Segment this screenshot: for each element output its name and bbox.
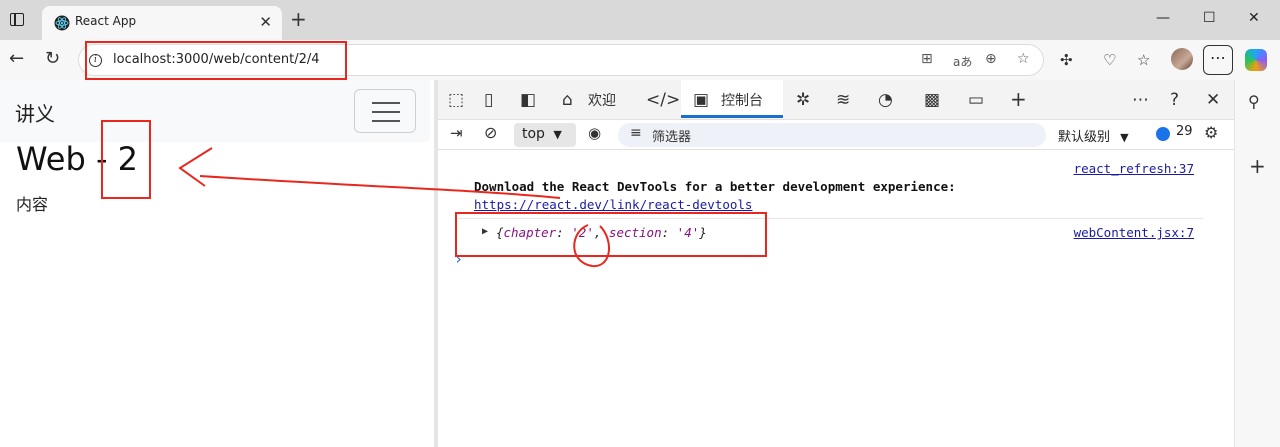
tab-actions-icon[interactable] — [10, 13, 24, 26]
issues-icon[interactable] — [1156, 127, 1170, 141]
page-content: 内容 — [16, 195, 49, 214]
new-tab-icon[interactable]: + — [290, 9, 307, 29]
close-devtools-icon[interactable]: ✕ — [1206, 90, 1220, 110]
tab-console[interactable]: ▣ 控制台 — [681, 80, 783, 118]
favorites-icon[interactable]: ☆ — [1137, 51, 1150, 69]
context-value: top — [522, 126, 545, 142]
filter-placeholder: 筛选器 — [652, 130, 692, 145]
tab-console-label: 控制台 — [721, 93, 763, 109]
elements-icon[interactable]: </> — [646, 90, 680, 110]
log-source[interactable]: webContent.jsx:7 — [1074, 225, 1194, 240]
hamburger-icon — [372, 120, 400, 122]
clear-console-icon[interactable]: ⊘ — [484, 123, 497, 142]
inspect-icon[interactable]: ⬚ — [448, 90, 464, 110]
minimize-button[interactable]: — — [1156, 10, 1170, 26]
devtools-link[interactable]: https://react.dev/link/react-devtools — [474, 197, 752, 212]
hamburger-icon — [372, 102, 400, 104]
close-tab-icon[interactable]: ✕ — [259, 13, 272, 31]
extensions-icon[interactable]: ✣ — [1060, 51, 1073, 69]
zoom-icon[interactable]: ⊕ — [985, 51, 997, 67]
back-icon[interactable]: ← — [9, 49, 24, 69]
application-icon[interactable]: ▭ — [968, 90, 984, 110]
device-emulation-icon[interactable]: ▯ — [484, 90, 493, 110]
chevron-down-icon: ▼ — [553, 128, 562, 141]
menu-toggle-button[interactable] — [354, 89, 416, 133]
close-window-button[interactable]: ✕ — [1248, 10, 1260, 26]
navbar-brand[interactable]: 讲义 — [15, 98, 55, 127]
log-level-select[interactable]: 默认级别 ▼ — [1058, 126, 1129, 145]
browser-tab[interactable]: React App ✕ — [42, 6, 282, 40]
copilot-icon[interactable] — [1245, 49, 1267, 71]
annotation-box-url — [85, 41, 347, 80]
settings-gear-icon[interactable]: ⚙ — [1204, 123, 1218, 142]
chevron-down-icon: ▼ — [1120, 131, 1129, 144]
title-bar: React App ✕ + — ☐ ✕ — [0, 0, 1280, 40]
devtools-panel: ⬚ ▯ ◧ ⌂ 欢迎 </> ▣ 控制台 ✲ ≋ ◔ ▩ ▭ + ⋯ ? ✕ ⇥… — [434, 80, 1238, 447]
app-available-icon[interactable]: ⊞ — [921, 51, 933, 67]
hamburger-icon — [372, 111, 400, 113]
search-icon[interactable]: ⚲ — [1248, 92, 1260, 111]
profile-avatar[interactable] — [1171, 48, 1193, 70]
console-icon: ▣ — [693, 90, 710, 110]
dock-side-icon[interactable]: ◧ — [520, 90, 536, 110]
browser-window: React App ✕ + — ☐ ✕ ← ↻ i localhost:3000… — [0, 0, 1280, 447]
more-tools-icon[interactable]: + — [1010, 87, 1027, 111]
filter-icon: ≡ — [630, 125, 642, 141]
bug-icon[interactable]: ✲ — [796, 90, 810, 110]
issues-count[interactable]: 29 — [1176, 124, 1193, 139]
tab-welcome[interactable]: 欢迎 — [588, 90, 616, 110]
page-viewport: 讲义 Web - 2 内容 — [0, 80, 430, 447]
devtools-message: Download the React DevTools for a better… — [474, 179, 956, 194]
help-icon[interactable]: ? — [1170, 90, 1179, 110]
more-menu-icon[interactable]: ⋯ — [1203, 45, 1233, 75]
context-select[interactable]: top ▼ — [514, 123, 576, 147]
live-expression-icon[interactable]: ◉ — [588, 124, 601, 142]
navbar: 讲义 — [0, 80, 430, 142]
browser-essentials-icon[interactable]: ♡ — [1103, 51, 1116, 69]
devtools-more-icon[interactable]: ⋯ — [1132, 90, 1149, 110]
console-filter-bar: ⇥ ⊘ top ▼ ◉ ≡ 筛选器 默认级别 ▼ 29 ⚙ — [438, 120, 1238, 150]
performance-icon[interactable]: ◔ — [878, 90, 893, 110]
home-icon[interactable]: ⌂ — [562, 90, 573, 110]
reload-icon[interactable]: ↻ — [45, 49, 60, 69]
add-sidebar-app-icon[interactable]: + — [1249, 154, 1266, 178]
favorite-star-icon[interactable]: ☆ — [1017, 51, 1030, 67]
annotation-box-log — [455, 212, 767, 257]
log-level-label: 默认级别 — [1058, 130, 1111, 145]
memory-icon[interactable]: ▩ — [924, 90, 940, 110]
tab-title: React App — [75, 14, 137, 28]
react-icon — [54, 15, 70, 31]
devtools-tab-bar: ⬚ ▯ ◧ ⌂ 欢迎 </> ▣ 控制台 ✲ ≋ ◔ ▩ ▭ + ⋯ ? ✕ — [438, 80, 1238, 120]
sidebar-toggle-icon[interactable]: ⇥ — [450, 124, 463, 142]
network-icon[interactable]: ≋ — [836, 90, 850, 110]
maximize-button[interactable]: ☐ — [1203, 10, 1216, 26]
sidebar-rail: ⚲ + — [1234, 80, 1280, 447]
console-filter-input[interactable]: ≡ 筛选器 — [618, 123, 1046, 147]
annotation-box-heading — [101, 120, 151, 199]
read-aloud-icon[interactable]: aあ — [953, 53, 972, 70]
devtools-message-source[interactable]: react_refresh:37 — [1074, 161, 1194, 176]
